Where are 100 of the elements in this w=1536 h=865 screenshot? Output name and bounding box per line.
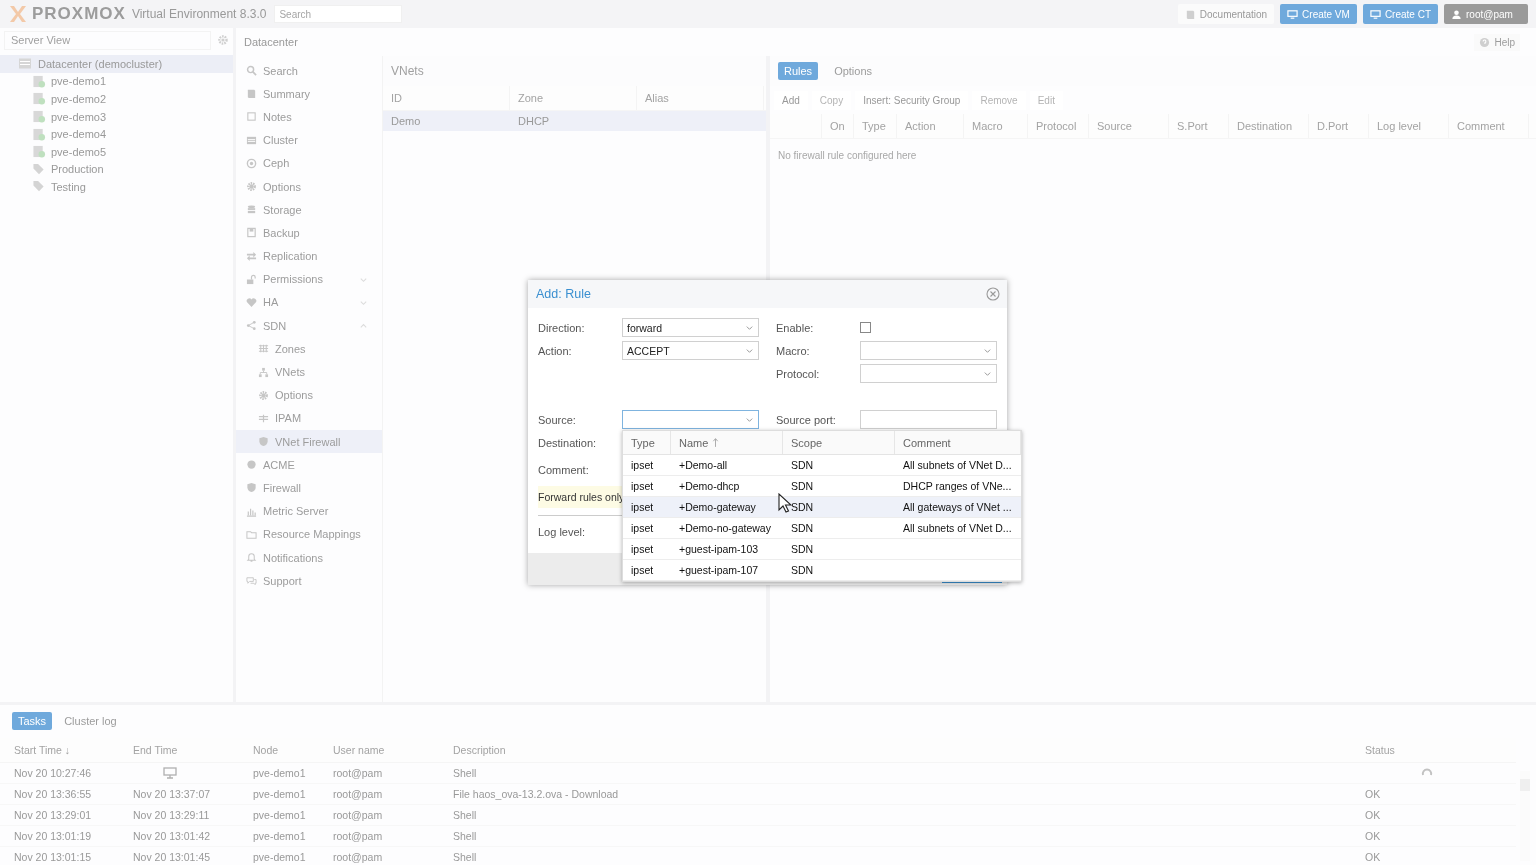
field-label: Comment:: [538, 464, 590, 476]
nav-item[interactable]: VNets: [236, 360, 382, 384]
tree-item[interactable]: pve-demo4: [0, 125, 233, 143]
column-header[interactable]: D.Port: [1309, 114, 1369, 138]
table-cell-text: root@pam: [332, 830, 384, 842]
nav-item[interactable]: Cluster: [236, 128, 382, 152]
table-cell-text: Shell: [452, 830, 478, 842]
column-header[interactable]: Log level: [1369, 114, 1449, 138]
column-header[interactable]: Type: [854, 114, 897, 138]
tree-item[interactable]: Production: [0, 160, 233, 179]
header-button[interactable]: Documentation: [1177, 4, 1275, 24]
nav-item[interactable]: HA: [236, 290, 382, 315]
nav-item[interactable]: Metric Server: [236, 499, 382, 523]
column-header[interactable]: Name: [671, 431, 783, 454]
nav-item[interactable]: Zones: [236, 337, 382, 361]
help-button[interactable]: Help: [1474, 33, 1520, 51]
column-header[interactable]: S.Port: [1169, 114, 1229, 138]
header-button[interactable]: root@pam: [1444, 4, 1528, 24]
nav-item[interactable]: Notes: [236, 105, 382, 129]
table-row[interactable]: Demo DHCP: [383, 111, 766, 131]
nav-item[interactable]: Firewall: [236, 476, 382, 500]
column-header[interactable]: Protocol: [1028, 114, 1089, 138]
tab[interactable]: Options: [828, 62, 879, 80]
column-header[interactable]: Source: [1089, 114, 1169, 138]
field-label: Log level:: [538, 525, 587, 538]
nav-item[interactable]: Resource Mappings: [236, 522, 382, 546]
column-header[interactable]: On: [822, 114, 854, 138]
tree-item[interactable]: pve-demo3: [0, 107, 233, 126]
product-logo: PROXMOX: [32, 4, 126, 24]
column-header[interactable]: Action: [897, 114, 964, 138]
column-header[interactable]: User name: [319, 738, 439, 762]
tree-item[interactable]: pve-demo5: [0, 142, 233, 161]
tree-item[interactable]: pve-demo2: [0, 90, 233, 108]
tab[interactable]: Tasks: [12, 712, 53, 730]
dropdown-field[interactable]: ACCEPT: [622, 341, 759, 360]
nav-item[interactable]: SDN: [236, 314, 382, 338]
column-header[interactable]: Destination: [1229, 114, 1309, 138]
field-label: Source:: [538, 413, 577, 426]
column-header[interactable]: Description: [439, 738, 1351, 762]
nav-item[interactable]: Search: [236, 59, 382, 83]
table-cell-text: pve-demo1: [252, 788, 307, 800]
table-cell: OK: [1365, 809, 1381, 821]
tree-item[interactable]: pve-demo1: [0, 72, 233, 91]
tab[interactable]: Rules: [778, 62, 819, 80]
nav-item[interactable]: Storage: [236, 198, 382, 222]
list-row[interactable]: ipset +Demo-gateway SDN All gateways of VNet ...: [623, 497, 1021, 518]
list-row[interactable]: ipset +guest-ipam-103 SDN: [623, 539, 1021, 560]
nav-item[interactable]: Options: [236, 383, 382, 407]
column-header[interactable]: Scope: [783, 431, 895, 454]
table-cell-text: Shell: [452, 851, 478, 863]
field-label: Direction:: [538, 321, 586, 334]
table-cell-text: pve-demo1: [252, 851, 307, 863]
view-selector[interactable]: Server View: [4, 30, 212, 50]
nav-item[interactable]: Support: [236, 569, 382, 593]
nav-item[interactable]: Ceph: [236, 151, 382, 175]
column-header[interactable]: Macro: [964, 114, 1028, 138]
column-header[interactable]: Start Time ↓: [0, 738, 119, 762]
table-cell-text: pve-demo1: [252, 830, 307, 842]
dropdown-field[interactable]: forward: [622, 318, 759, 337]
nav-item[interactable]: Summary: [236, 82, 382, 106]
table-cell: OK: [1365, 788, 1381, 800]
nav-item[interactable]: Options: [236, 174, 382, 199]
list-row[interactable]: ipset +Demo-no-gateway SDN All subnets of VNet D...: [623, 518, 1021, 539]
column-header[interactable]: ID: [383, 86, 510, 110]
tree-item[interactable]: Testing: [0, 178, 233, 196]
column-header[interactable]: Status: [1351, 738, 1501, 762]
header-button[interactable]: Create CT: [1362, 4, 1438, 24]
field-label: Macro:: [776, 344, 811, 357]
list-row[interactable]: ipset +guest-ipam-107 SDN: [623, 560, 1021, 581]
nav-item[interactable]: Replication: [236, 244, 382, 268]
nav-item[interactable]: Notifications: [236, 545, 382, 570]
table-cell: Nov 20 13:37:07: [133, 788, 211, 800]
list-row[interactable]: ipset +Demo-all SDN All subnets of VNet D...: [623, 455, 1021, 476]
column-header[interactable]: Zone: [510, 86, 637, 110]
nav-item[interactable]: ACME: [236, 453, 382, 477]
table-cell-text: pve-demo1: [252, 809, 307, 821]
column-header[interactable]: Node: [239, 738, 319, 762]
field-label: Source port:: [776, 413, 837, 426]
table-cell-text: pve-demo1: [252, 767, 307, 779]
column-header[interactable]: Comment: [895, 431, 1021, 454]
field-label: Enable:: [776, 321, 815, 334]
table-cell-text: Nov 20 13:29:01: [13, 809, 93, 821]
field-label: Protocol:: [776, 367, 821, 380]
nav-item[interactable]: VNet Firewall: [236, 430, 382, 454]
header-button[interactable]: Create VM: [1280, 4, 1357, 24]
column-header[interactable]: Type: [623, 431, 671, 454]
tab[interactable]: Cluster log: [58, 712, 123, 730]
product-version: Virtual Environment 8.3.0: [131, 7, 267, 21]
column-header[interactable]: Comment: [1449, 114, 1529, 138]
column-header[interactable]: Alias: [637, 86, 764, 110]
table-cell-text: Nov 20 13:01:19: [13, 830, 93, 842]
search-field[interactable]: Search: [274, 5, 403, 23]
nav-item[interactable]: Permissions: [236, 267, 382, 291]
table-cell: OK: [1365, 851, 1381, 863]
table-cell-text: Nov 20 13:01:15: [13, 851, 93, 863]
nav-item[interactable]: Backup: [236, 221, 382, 245]
tree-item[interactable]: Datacenter (democluster): [0, 55, 233, 73]
table-cell-text: root@pam: [332, 767, 384, 779]
nav-item[interactable]: IPAM: [236, 406, 382, 430]
column-header[interactable]: End Time: [119, 738, 239, 762]
